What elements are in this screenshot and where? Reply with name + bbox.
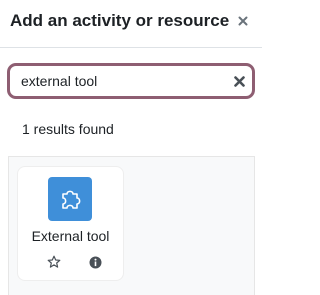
activity-card-external-tool[interactable]: External tool xyxy=(18,167,123,280)
close-button[interactable] xyxy=(236,13,250,29)
dialog-title: Add an activity or resource xyxy=(10,11,230,30)
info-button[interactable] xyxy=(88,255,102,269)
star-button[interactable] xyxy=(47,255,61,269)
activity-chooser-dialog: Add an activity or resource 1 results fo… xyxy=(0,0,262,295)
results-count: 1 results found xyxy=(22,121,114,137)
activity-card-label: External tool xyxy=(31,228,110,244)
info-icon xyxy=(89,256,101,268)
puzzle-piece-icon xyxy=(48,177,92,221)
search-box xyxy=(7,63,255,99)
star-outline-icon xyxy=(47,255,61,268)
dialog-header: Add an activity or resource xyxy=(0,0,262,48)
clear-search-button[interactable] xyxy=(233,75,245,87)
clear-icon xyxy=(233,75,245,87)
search-input[interactable] xyxy=(21,72,221,90)
results-list: External tool xyxy=(8,156,255,295)
close-icon xyxy=(238,16,248,26)
